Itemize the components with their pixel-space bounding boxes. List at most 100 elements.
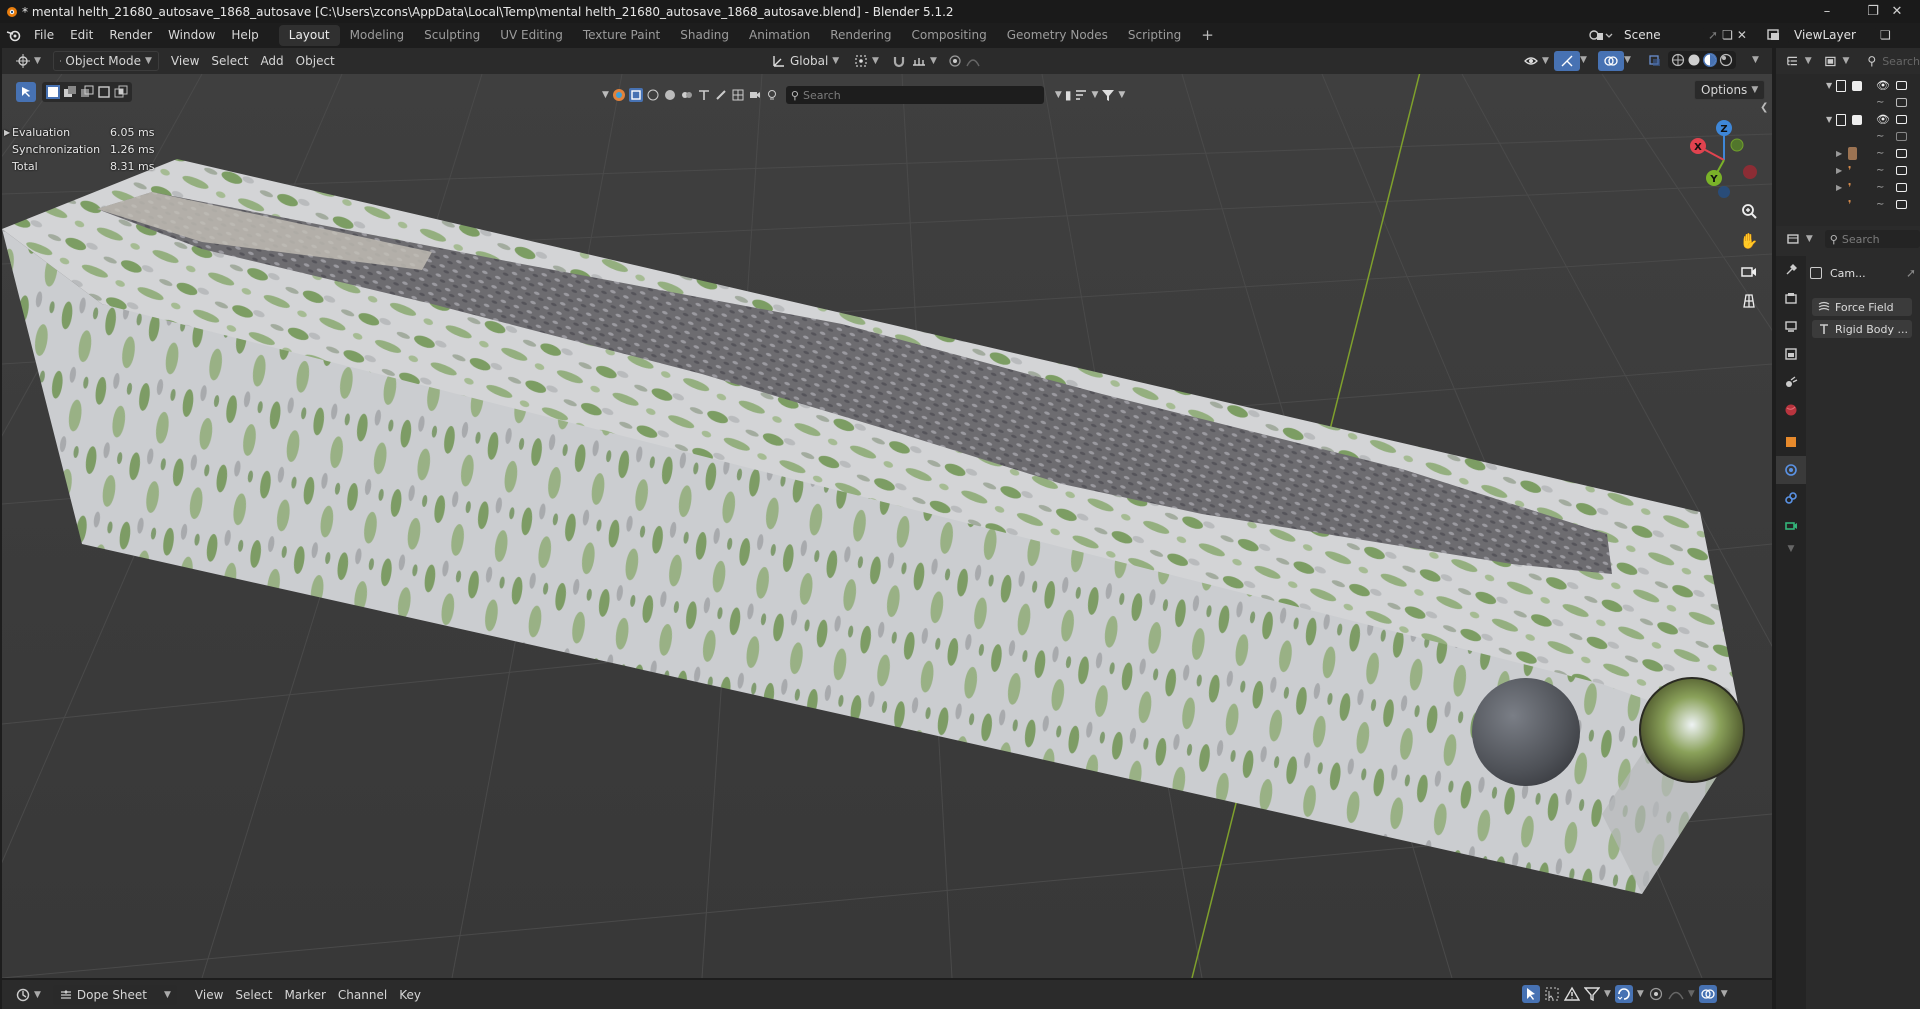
viewport-scene[interactable] [2, 74, 1772, 978]
force-field-button[interactable]: Force Field [1812, 298, 1912, 316]
checkbox-icon[interactable] [1852, 114, 1862, 125]
data-tab-icon[interactable] [1776, 512, 1806, 540]
gizmos-toggle[interactable] [1554, 51, 1580, 71]
render-camera-icon[interactable] [1896, 132, 1907, 141]
mesh-filter-icon[interactable] [628, 88, 643, 102]
chevron-down-icon[interactable]: ▼ [602, 90, 609, 100]
view-layer-selector[interactable]: ViewLayer ❏ [1766, 26, 1891, 44]
viewport-menu-select[interactable]: Select [205, 51, 254, 71]
workspace-tab-modeling[interactable]: Modeling [340, 25, 415, 46]
view-layer-name[interactable]: ViewLayer [1788, 26, 1876, 44]
proportional-editing-toggle[interactable] [942, 51, 986, 71]
chevron-down-icon[interactable]: ▼ [1752, 55, 1759, 65]
outliner-editor-icon[interactable] [1786, 54, 1799, 68]
transform-orientation-dropdown[interactable]: Global ▼ [766, 51, 845, 71]
outliner-row-collection[interactable]: ▼ 👁 [1776, 77, 1920, 94]
camera-filter-icon[interactable] [748, 88, 762, 102]
camera-view-icon[interactable] [1736, 258, 1762, 284]
constraints-tab-icon[interactable] [1776, 484, 1806, 512]
armature-filter-icon[interactable] [714, 88, 728, 102]
light-filter-icon[interactable] [765, 88, 779, 102]
close-icon[interactable]: ✕ [1874, 0, 1920, 23]
chevron-down-icon[interactable]: ▼ [1688, 989, 1695, 999]
chevron-down-icon[interactable]: ▼ [1604, 989, 1611, 999]
chevron-down-icon[interactable]: ▼ [1624, 55, 1631, 65]
new-view-layer-icon[interactable]: ❏ [1880, 28, 1891, 42]
select-intersect-icon[interactable] [114, 85, 128, 99]
render-camera-icon[interactable] [1896, 200, 1907, 209]
workspace-tab-geometry-nodes[interactable]: Geometry Nodes [997, 25, 1118, 46]
chevron-down-icon[interactable]: ▼ [1842, 56, 1849, 66]
outliner-row-item[interactable]: ∼ [1776, 128, 1920, 145]
properties-search-field[interactable]: ⚲ Search [1824, 230, 1920, 248]
warning-icon[interactable] [1564, 986, 1580, 1002]
select-extend-icon[interactable] [63, 85, 77, 99]
material-preview-icon[interactable] [1703, 53, 1717, 67]
chevron-right-icon[interactable]: ▶ [1836, 166, 1842, 175]
chevron-down-icon[interactable]: ▼ [1637, 989, 1644, 999]
chevron-down-icon[interactable]: ▼ [1806, 234, 1813, 244]
hide-icon[interactable]: ∼ [1876, 199, 1884, 210]
workspace-tab-uv-editing[interactable]: UV Editing [490, 25, 573, 46]
properties-editor-icon[interactable] [1786, 232, 1800, 246]
menu-file[interactable]: File [26, 23, 62, 48]
menu-help[interactable]: Help [223, 23, 266, 48]
pin-icon[interactable]: ➚ [1708, 28, 1718, 42]
editor-type-dropdown[interactable]: ▼ [10, 51, 47, 71]
workspace-tab-sculpting[interactable]: Sculpting [414, 25, 490, 46]
auto-key-sync-icon[interactable] [1614, 985, 1633, 1003]
visibility-dropdown[interactable]: ▼ [1518, 51, 1555, 71]
rigid-body-button[interactable]: Rigid Body ... [1812, 320, 1912, 338]
add-workspace-icon[interactable]: + [1191, 25, 1224, 46]
filter-search-field[interactable]: ⚲ Search [785, 86, 1044, 104]
workspace-tab-scripting[interactable]: Scripting [1118, 25, 1191, 46]
zoom-icon[interactable] [1736, 198, 1762, 224]
sort-icon[interactable] [1074, 88, 1088, 102]
chevron-down-icon[interactable]: ▼ [1776, 540, 1806, 558]
render-camera-icon[interactable] [1896, 81, 1907, 90]
chevron-left-icon[interactable]: ❮ [1760, 102, 1768, 113]
snap-target-dropdown[interactable]: ▼ [906, 51, 943, 71]
timeline-menu-select[interactable]: Select [229, 985, 278, 1005]
scene-tab-icon[interactable] [1776, 368, 1806, 396]
all-objects-icon[interactable] [612, 88, 626, 102]
render-tab-icon[interactable] [1776, 284, 1806, 312]
outliner-row-object[interactable]: ▶ ∼ [1776, 145, 1920, 162]
eye-icon[interactable]: 👁 [1876, 113, 1890, 126]
chevron-down-icon[interactable]: ▼ [1721, 989, 1728, 999]
search-icon[interactable]: ⚲ [1867, 54, 1876, 68]
chevron-right-icon[interactable]: ▶ [1836, 183, 1842, 192]
select-box-tool-icon[interactable] [16, 82, 36, 102]
timeline-menu-key[interactable]: Key [393, 985, 427, 1005]
chevron-down-icon[interactable]: ▼ [1805, 56, 1812, 66]
scene-selector[interactable]: Scene ➚ ❏ ✕ [1588, 26, 1747, 44]
timeline-menu-channel[interactable]: Channel [332, 985, 393, 1005]
select-subtract-icon[interactable] [80, 85, 94, 99]
only-selected-icon[interactable] [1544, 986, 1560, 1002]
eye-icon[interactable]: 👁 [1876, 79, 1890, 92]
blender-menu-icon[interactable] [0, 23, 26, 48]
surface-filter-icon[interactable] [663, 88, 677, 102]
viewport-menu-view[interactable]: View [165, 51, 205, 71]
chevron-down-icon[interactable]: ▼ [1091, 90, 1098, 100]
pan-hand-icon[interactable]: ✋ [1736, 228, 1762, 254]
object-tab-icon[interactable] [1776, 428, 1806, 456]
filter-funnel-icon[interactable] [1584, 986, 1600, 1002]
render-camera-icon[interactable] [1896, 183, 1907, 192]
select-cursor-icon[interactable] [1522, 985, 1540, 1003]
select-invert-icon[interactable] [97, 85, 111, 99]
text-filter-icon[interactable] [697, 88, 711, 102]
chevron-right-icon[interactable]: ▶ [1836, 149, 1842, 158]
pivot-point-dropdown[interactable]: ▼ [848, 51, 885, 71]
menu-render[interactable]: Render [101, 23, 160, 48]
outliner-row-object[interactable]: ❜ ∼ [1776, 196, 1920, 213]
overlays-toggle[interactable] [1598, 51, 1624, 71]
perspective-toggle-icon[interactable] [1736, 288, 1762, 314]
chevron-down-icon[interactable]: ▼ [1826, 81, 1832, 90]
menu-edit[interactable]: Edit [62, 23, 101, 48]
checkbox-icon[interactable] [1852, 80, 1862, 91]
viewport-menu-add[interactable]: Add [254, 51, 289, 71]
pin-icon[interactable]: ➚ [1906, 266, 1916, 280]
editor-type-dropdown[interactable]: ▼ [10, 985, 47, 1005]
workspace-tab-animation[interactable]: Animation [739, 25, 820, 46]
